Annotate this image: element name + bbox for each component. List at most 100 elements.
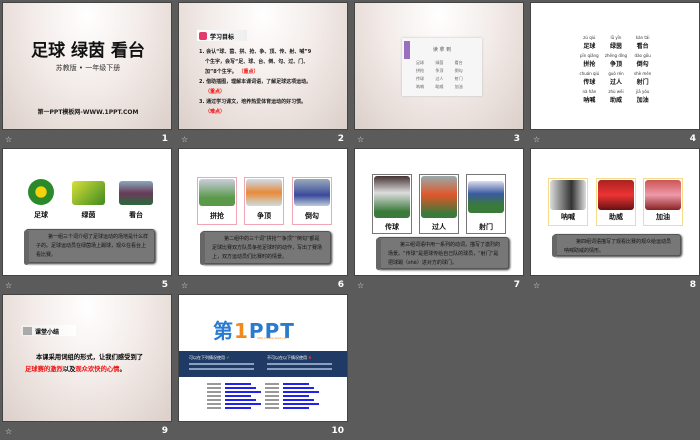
animation-star-icon: ☆	[181, 135, 189, 144]
word-item: 加油	[454, 84, 463, 89]
summary-line: 本课采用词组的形式，让我们感受到了	[36, 354, 144, 361]
slide-number: 5	[161, 280, 168, 290]
pinyin-word: zú qiú 足球	[583, 35, 596, 50]
slide-title: 足球 绿茵 看台	[31, 41, 145, 61]
description-scroll: 第二组中的三个词“拼抢”“争顶”“倒勾”都是足球比赛双方队员争抢足球时的动作，写…	[200, 231, 331, 266]
slide-thumbnail-10[interactable]: 第1PPT http://www.1ppt.com 可以在下列情况使用 ✔ 不可…	[178, 294, 348, 440]
word-item: 足球	[416, 60, 424, 65]
link-line[interactable]	[283, 399, 314, 401]
pass-image	[374, 176, 410, 218]
slide-thumbnail-2[interactable]: 学习目标 1. 会认“球、茵、拼、抢、争、顶、传、射、喊”9 个生字，会写“足、…	[178, 2, 348, 148]
megaphone-image	[550, 180, 586, 210]
link-line[interactable]	[225, 407, 251, 409]
qr-placeholder	[207, 387, 221, 389]
word-item: 拼抢	[416, 68, 424, 73]
target-icon	[199, 32, 207, 40]
animation-star-icon: ☆	[533, 281, 541, 290]
qr-placeholder	[265, 403, 279, 405]
link-list	[207, 383, 327, 411]
word-item: 呐喊	[416, 84, 424, 89]
stadium-image	[119, 181, 153, 205]
word-item: 看台	[454, 60, 463, 65]
qr-placeholder	[265, 407, 279, 409]
word-card: 读 拿 到 足球 绿茵 看台 拼抢 争顶 倒勾 传球 过人 射门 呐喊 助威 加油	[402, 38, 482, 96]
qr-placeholder	[207, 399, 221, 401]
qr-placeholder	[265, 399, 279, 401]
description-scroll: 第一组三个词介绍了足球运动的场地是什么样子的。足球运动员在绿茵场上踢球，观众在看…	[24, 229, 155, 265]
logo-url: http://www.1ppt.com	[257, 336, 289, 340]
link-line[interactable]	[283, 383, 309, 385]
pinyin-word: pīn qiǎng 拼抢	[580, 53, 599, 68]
slide-subtitle: 苏教版 • 一年级下册	[55, 64, 121, 72]
animation-star-icon: ☆	[357, 281, 365, 290]
cheering-fans-image	[598, 180, 634, 210]
word-item: 传球	[416, 76, 424, 81]
brazil-ball-image	[28, 179, 54, 205]
link-line[interactable]	[283, 395, 309, 397]
pinyin-word: guò rén 过人	[608, 71, 624, 86]
slide-thumbnail-6[interactable]: 拼抢 争顶 倒勾 第二组中的三个词“拼抢”“争顶”“倒勾”都是足球比赛双方队员争…	[178, 148, 348, 294]
pinyin-word: shè mén 射门	[634, 71, 652, 86]
slide-footer: 第一PPT模板网-WWW.1PPT.COM	[37, 109, 139, 116]
animation-star-icon: ☆	[357, 135, 365, 144]
slide-number: 1	[161, 134, 168, 144]
slide-thumbnail-7[interactable]: 传球 过人 射门 第三组词语中用一系列的动词，描写了激烈的场景。“传球”是把球传…	[354, 148, 524, 294]
pinyin-word: nà hǎn 呐喊	[582, 89, 597, 104]
slide-number: 7	[513, 280, 520, 290]
pinyin-word: zhēng dǐng 争顶	[604, 53, 628, 68]
link-line[interactable]	[283, 407, 309, 409]
pinyin-word: jiā yóu 加油	[636, 89, 650, 104]
pinyin-word: lǜ yīn 绿茵	[609, 35, 622, 50]
animation-star-icon: ☆	[181, 281, 189, 290]
slide-thumbnail-3[interactable]: 读 拿 到 足球 绿茵 看台 拼抢 争顶 倒勾 传球 过人 射门 呐喊 助威 加油 ☆ 3	[354, 2, 524, 148]
link-line[interactable]	[225, 403, 261, 405]
qr-placeholder	[265, 387, 279, 389]
pinyin-word: zhù wēi 助威	[608, 89, 624, 104]
scramble-image	[199, 179, 235, 206]
qr-placeholder	[207, 383, 221, 385]
word-item: 射门	[454, 76, 463, 81]
word-item: 过人	[435, 76, 444, 81]
word-item: 助威	[435, 84, 444, 89]
slide-thumbnail-8[interactable]: 呐喊 助威 加油 第四组词语描写了观看比赛的观众给运动员呐喊助威的情形。 ☆ 8	[530, 148, 700, 294]
qr-placeholder	[207, 391, 221, 393]
link-line[interactable]	[283, 387, 314, 389]
slide-thumbnail-5[interactable]: 足球 绿茵 看台 第一组三个词介绍了足球运动的场地是什么样子的。足球运动员在绿茵…	[2, 148, 172, 294]
slide-number: 6	[337, 280, 344, 290]
animation-star-icon: ☆	[533, 135, 541, 144]
word-item: 绿茵	[435, 60, 444, 65]
link-line[interactable]	[283, 403, 319, 405]
word-item: 争顶	[435, 68, 444, 73]
description-scroll: 第三组词语中用一系列的动词，描写了激烈的场景。“传球”是把球传给自己队的球员，“…	[376, 237, 509, 271]
header-image	[246, 179, 282, 206]
qr-placeholder	[265, 391, 279, 393]
link-line[interactable]	[283, 391, 319, 393]
link-line[interactable]	[225, 399, 256, 401]
summary-icon	[23, 327, 32, 335]
pinyin-word: kàn tái 看台	[635, 35, 650, 50]
dribble-image	[421, 176, 457, 218]
animation-star-icon: ☆	[5, 135, 13, 144]
usage-band: 可以在下列情况使用 ✔ 不可以在以下情况使用 ✖	[179, 351, 347, 377]
link-line[interactable]	[225, 391, 261, 393]
link-line[interactable]	[225, 383, 251, 385]
slide-number: 2	[337, 134, 344, 144]
link-line[interactable]	[225, 395, 251, 397]
slide-number: 10	[331, 426, 344, 436]
pitch-image	[72, 181, 105, 205]
slide-number: 8	[689, 280, 696, 290]
qr-placeholder	[207, 395, 221, 397]
link-line[interactable]	[225, 387, 256, 389]
slide-thumbnail-1[interactable]: 足球 绿茵 看台 苏教版 • 一年级下册 第一PPT模板网-WWW.1PPT.C…	[2, 2, 172, 148]
summary-line: 足球赛的激烈以及观众欢快的心情。	[25, 366, 126, 373]
section-header: 学习目标	[210, 34, 235, 41]
animation-star-icon: ☆	[5, 281, 13, 290]
pinyin-grid: zú qiú 足球 lǜ yīn 绿茵 kàn tái 看台 pīn qiǎng 拼抢 zhēn…	[576, 33, 656, 105]
slide-thumbnail-9[interactable]: 课堂小结 本课采用词组的形式，让我们感受到了 足球赛的激烈以及观众欢快的心情。 …	[2, 294, 172, 440]
word-item: 倒勾	[454, 68, 463, 73]
qr-placeholder	[265, 383, 279, 385]
objectives-list: 1. 会认“球、茵、拼、抢、争、顶、传、射、喊”9 个生字，会写“足、球、台、倒…	[199, 49, 312, 115]
bicycle-kick-image	[294, 179, 330, 206]
section-header: 课堂小结	[35, 329, 60, 336]
slide-thumbnail-4[interactable]: zú qiú 足球 lǜ yīn 绿茵 kàn tái 看台 pīn qiǎng 拼抢 zhēn…	[530, 2, 700, 148]
